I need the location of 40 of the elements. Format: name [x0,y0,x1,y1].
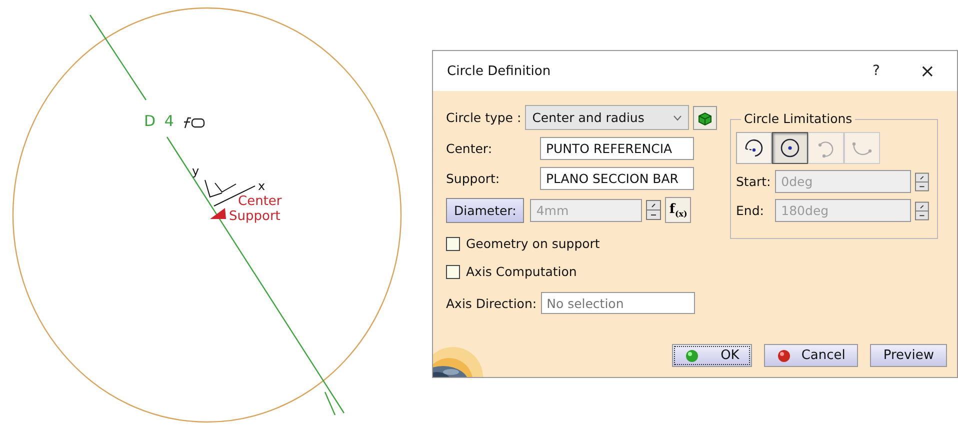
dimension-label: D 4 [144,114,174,129]
help-button[interactable]: ? [864,61,888,81]
ok-button[interactable]: OK [672,344,752,367]
ball-icon [684,348,699,362]
field-label: Circle type : [446,110,522,125]
cancel-button[interactable]: Cancel [764,344,858,367]
cube-button[interactable] [693,106,718,130]
spinner-icon [915,200,929,220]
checkbox-label: Axis Computation [466,264,577,279]
point-label: Center [238,195,282,208]
point-marker-icon [210,208,226,219]
ball-icon [777,348,792,362]
checkbox-label: Geometry on support [466,236,600,251]
input-field[interactable]: No selection [540,292,695,314]
field-label: End: [736,203,765,218]
axis-label: x [258,180,266,192]
spinner-icon [646,200,662,220]
circle-type-dropdown[interactable]: Center and radius [525,105,690,130]
cube-icon [697,110,714,126]
preview-button[interactable]: Preview [870,344,947,367]
field-label: Axis Direction: [446,296,537,310]
axis-label: y [192,165,200,177]
field-label: Support: [446,171,501,186]
input-field[interactable]: PLANO SECCION BAR [540,167,694,190]
checkbox[interactable] [446,236,460,250]
fx-icon [183,117,205,129]
group-title: Circle Limitations [741,111,856,126]
limit-mode-button[interactable] [736,132,772,164]
partial-circle-icon [743,137,765,159]
limit-mode-button[interactable] [772,132,808,164]
point-label: Support [229,210,280,223]
full-circle-icon [779,137,801,159]
caret-icon [673,114,682,120]
field-label: Start: [736,174,772,189]
checkbox[interactable] [446,264,460,278]
spinner-icon [915,172,929,192]
field-label: Center: [446,141,494,156]
close-button[interactable]: × [912,58,943,84]
dialog-title: Circle Definition [447,64,552,78]
input-field[interactable]: PUNTO REFERENCIA [540,137,694,160]
